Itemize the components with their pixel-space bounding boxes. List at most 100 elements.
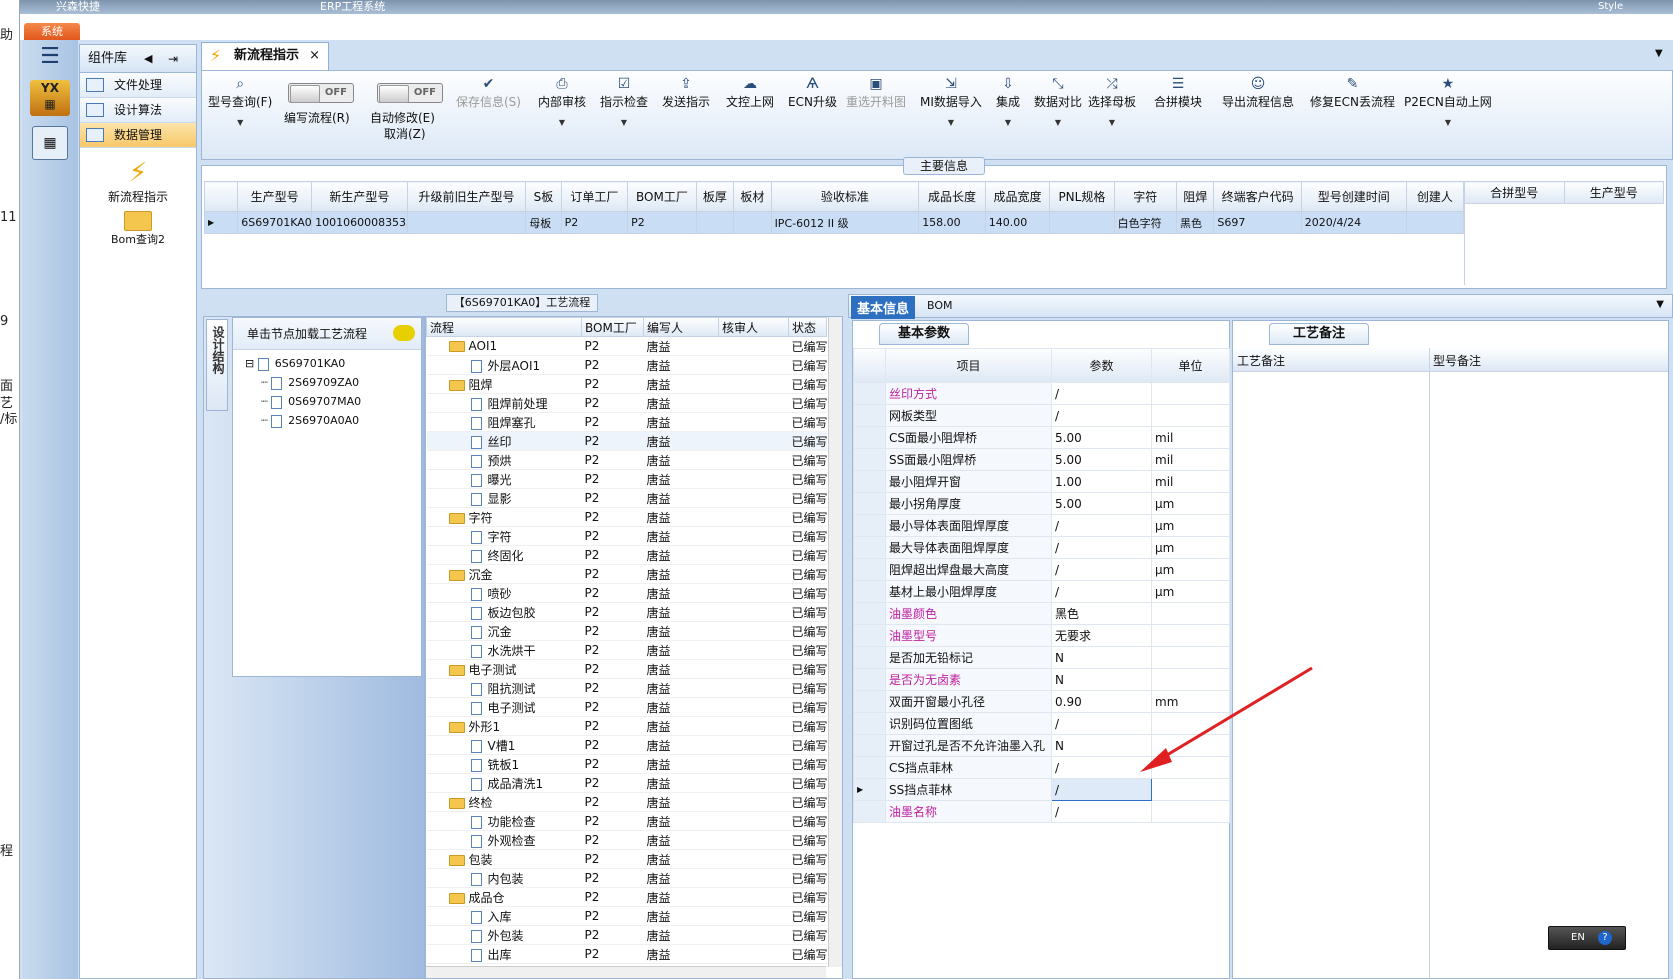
bom-factory-cell[interactable]: P2 bbox=[581, 849, 644, 869]
table-cell[interactable]: 140.00 bbox=[984, 211, 1051, 234]
process-row[interactable]: 丝印 P2 唐益 已编写 bbox=[426, 431, 827, 451]
design-structure-vtab[interactable]: 设计结构 bbox=[206, 319, 228, 411]
writer-cell[interactable]: 唐益 bbox=[643, 336, 719, 356]
process-row[interactable]: 字符 P2 唐益 已编写 bbox=[426, 526, 827, 546]
process-name-cell[interactable]: 包装 bbox=[426, 849, 582, 869]
column-header[interactable]: BOM工厂 bbox=[627, 181, 697, 212]
reviewer-cell[interactable] bbox=[718, 792, 789, 812]
process-name-cell[interactable]: 字符 bbox=[426, 526, 582, 546]
process-name-cell[interactable]: 入库 bbox=[426, 906, 582, 926]
status-cell[interactable]: 已编写 bbox=[788, 469, 827, 489]
param-value[interactable]: 黑色 bbox=[1051, 602, 1152, 625]
param-row[interactable]: CS面最小阻焊桥 5.00 mil bbox=[853, 426, 1230, 449]
bom-factory-cell[interactable]: P2 bbox=[581, 944, 644, 964]
param-value[interactable]: 1.00 bbox=[1051, 470, 1152, 493]
writer-cell[interactable]: 唐益 bbox=[643, 925, 719, 945]
writer-cell[interactable]: 唐益 bbox=[643, 469, 719, 489]
process-row[interactable]: 电子测试 P2 唐益 已编写 bbox=[426, 659, 827, 679]
process-row[interactable]: 曝光 P2 唐益 已编写 bbox=[426, 469, 827, 489]
status-cell[interactable]: 已编写 bbox=[788, 773, 827, 793]
writer-cell[interactable]: 唐益 bbox=[643, 621, 719, 641]
bom-factory-cell[interactable]: P2 bbox=[581, 469, 644, 489]
internal-review-button[interactable]: ⎙ 内部审核 ▼ bbox=[538, 75, 586, 127]
bom-factory-cell[interactable]: P2 bbox=[581, 412, 644, 432]
new-flow-launcher[interactable]: ⚡ 新流程指示 bbox=[80, 158, 196, 205]
bom-factory-cell[interactable]: P2 bbox=[581, 678, 644, 698]
param-value[interactable]: / bbox=[1051, 514, 1152, 537]
bom-factory-cell[interactable]: P2 bbox=[581, 431, 644, 451]
column-header[interactable]: 订单工厂 bbox=[560, 181, 629, 212]
process-row[interactable]: 功能检查 P2 唐益 已编写 bbox=[426, 811, 827, 831]
auto-modify-toggle[interactable]: OFF bbox=[377, 83, 443, 103]
bom-factory-cell[interactable]: P2 bbox=[581, 792, 644, 812]
process-row[interactable]: 包装 P2 唐益 已编写 bbox=[426, 849, 827, 869]
bom-factory-cell[interactable]: P2 bbox=[581, 602, 644, 622]
reviewer-cell[interactable] bbox=[718, 488, 789, 508]
process-name-cell[interactable]: 曝光 bbox=[426, 469, 582, 489]
param-value[interactable]: / bbox=[1051, 800, 1152, 823]
param-row[interactable]: ▶ SS挡点菲林 / bbox=[853, 778, 1230, 801]
bom-factory-cell[interactable]: P2 bbox=[581, 336, 644, 356]
reviewer-cell[interactable] bbox=[718, 678, 789, 698]
bom-factory-cell[interactable]: P2 bbox=[581, 735, 644, 755]
process-name-cell[interactable]: 板边包胶 bbox=[426, 602, 582, 622]
process-row[interactable]: 水洗烘干 P2 唐益 已编写 bbox=[426, 640, 827, 660]
param-row[interactable]: 阻焊超出焊盘最大高度 / μm bbox=[853, 558, 1230, 581]
process-row[interactable]: V槽1 P2 唐益 已编写 bbox=[426, 735, 827, 755]
table-cell[interactable] bbox=[1405, 211, 1465, 234]
table-cell[interactable]: 母板 bbox=[525, 211, 562, 234]
status-cell[interactable]: 已编写 bbox=[788, 507, 827, 527]
writer-cell[interactable]: 唐益 bbox=[643, 678, 719, 698]
integrate-button[interactable]: ⇩ 集成 ▼ bbox=[996, 75, 1020, 127]
process-name-cell[interactable]: 成品仓 bbox=[426, 887, 582, 907]
export-flow-button[interactable]: ☺ 导出流程信息 bbox=[1222, 75, 1294, 110]
table-cell[interactable]: 2020/4/24 bbox=[1300, 211, 1407, 234]
process-row[interactable]: 终检 P2 唐益 已编写 bbox=[426, 792, 827, 812]
status-cell[interactable]: 已编写 bbox=[788, 697, 827, 717]
writer-cell[interactable]: 唐益 bbox=[643, 450, 719, 470]
column-header[interactable]: 流程 bbox=[426, 317, 582, 337]
reviewer-cell[interactable] bbox=[718, 564, 789, 584]
reviewer-cell[interactable] bbox=[718, 355, 789, 375]
status-cell[interactable]: 已编写 bbox=[788, 355, 827, 375]
bom-factory-cell[interactable]: P2 bbox=[581, 564, 644, 584]
column-header[interactable]: 验收标准 bbox=[770, 181, 920, 212]
status-cell[interactable]: 已编写 bbox=[788, 374, 827, 394]
process-row[interactable]: 成品清洗1 P2 唐益 已编写 bbox=[426, 773, 827, 793]
column-header[interactable]: 单位 bbox=[1151, 348, 1230, 383]
process-name-cell[interactable]: 水洗烘干 bbox=[426, 640, 582, 660]
reviewer-cell[interactable] bbox=[718, 773, 789, 793]
table-cell[interactable]: IPC-6012 II 级 bbox=[770, 211, 920, 234]
process-name-cell[interactable]: 预烘 bbox=[426, 450, 582, 470]
param-row[interactable]: 最小阻焊开窗 1.00 mil bbox=[853, 470, 1230, 493]
status-cell[interactable]: 已编写 bbox=[788, 602, 827, 622]
writer-cell[interactable]: 唐益 bbox=[643, 526, 719, 546]
process-row[interactable]: 成品仓 P2 唐益 已编写 bbox=[426, 887, 827, 907]
writer-cell[interactable]: 唐益 bbox=[643, 868, 719, 888]
param-row[interactable]: 油墨名称 / bbox=[853, 800, 1230, 823]
bom-factory-cell[interactable]: P2 bbox=[581, 526, 644, 546]
reviewer-cell[interactable] bbox=[718, 336, 789, 356]
reviewer-cell[interactable] bbox=[718, 887, 789, 907]
send-instruction-button[interactable]: ⇪ 发送指示 bbox=[662, 75, 710, 110]
process-row[interactable]: AOI1 P2 唐益 已编写 bbox=[426, 336, 827, 356]
reviewer-cell[interactable] bbox=[718, 507, 789, 527]
table-cell[interactable]: 10010600083535 bbox=[311, 211, 408, 234]
column-header[interactable]: 合拼型号 bbox=[1464, 181, 1565, 204]
column-header[interactable]: 生产型号 bbox=[1563, 181, 1664, 204]
reviewer-cell[interactable] bbox=[718, 830, 789, 850]
process-name-cell[interactable]: 成品清洗1 bbox=[426, 773, 582, 793]
tree-node[interactable]: ┈ 2S6970A0A0 bbox=[245, 411, 421, 430]
column-header[interactable]: 项目 bbox=[885, 348, 1052, 383]
process-row[interactable]: 内包装 P2 唐益 已编写 bbox=[426, 868, 827, 888]
column-header[interactable]: 板厚 bbox=[695, 181, 735, 212]
writer-cell[interactable]: 唐益 bbox=[643, 393, 719, 413]
process-row[interactable]: 显影 P2 唐益 已编写 bbox=[426, 488, 827, 508]
reviewer-cell[interactable] bbox=[718, 621, 789, 641]
column-header[interactable]: 编写人 bbox=[643, 317, 719, 337]
reviewer-cell[interactable] bbox=[718, 659, 789, 679]
process-row[interactable]: 预烘 P2 唐益 已编写 bbox=[426, 450, 827, 470]
column-header[interactable]: 生产型号 bbox=[237, 181, 313, 212]
process-row[interactable]: 外观检查 P2 唐益 已编写 bbox=[426, 830, 827, 850]
style-menu[interactable]: Style bbox=[1598, 1, 1623, 12]
